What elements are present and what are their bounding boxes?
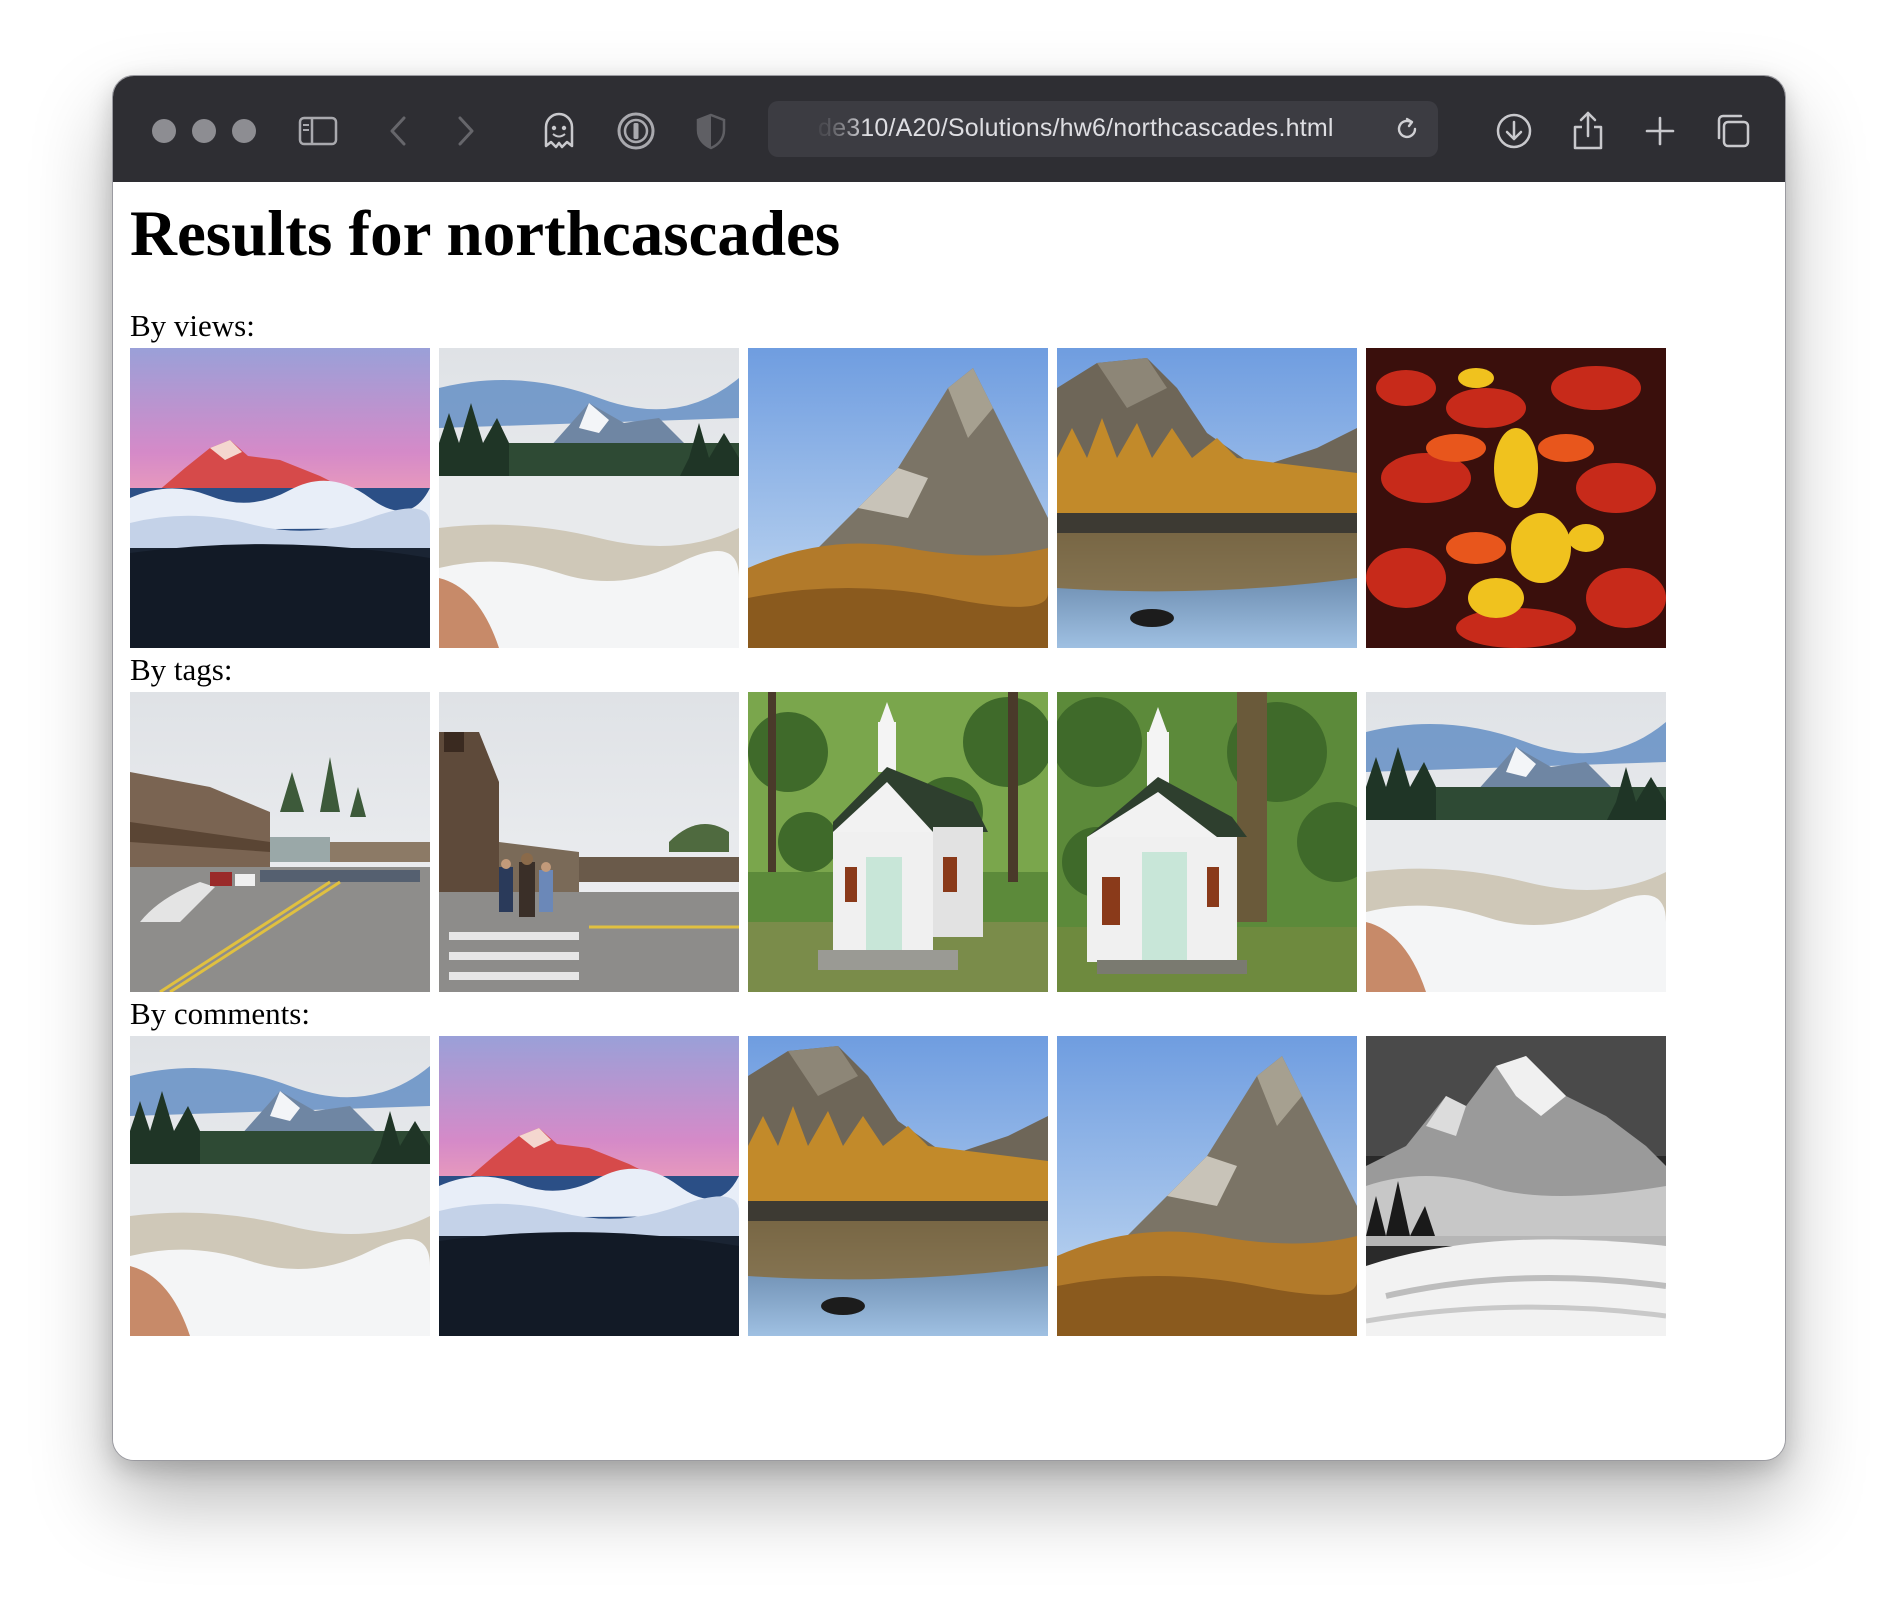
- thumbnail-peak-larches[interactable]: [748, 348, 1048, 648]
- back-icon[interactable]: [375, 108, 421, 154]
- thumbnail-red-yellow-foliage[interactable]: [1366, 348, 1666, 648]
- close-window-button[interactable]: [152, 119, 176, 143]
- thumbnail-western-town-street[interactable]: [130, 692, 430, 992]
- ghostery-icon[interactable]: [536, 108, 582, 154]
- share-icon[interactable]: [1565, 108, 1611, 154]
- new-tab-icon[interactable]: [1637, 108, 1683, 154]
- browser-window: de310/A20/Solutions/hw6/northcascades.ht…: [112, 75, 1786, 1461]
- forward-icon[interactable]: [443, 108, 489, 154]
- thumbnail-alpenglow-peak[interactable]: [439, 1036, 739, 1336]
- thumbnail-alpenglow-peak[interactable]: [130, 348, 430, 648]
- thumbnail-snowy-lake-shuksan[interactable]: [1366, 692, 1666, 992]
- section-label-tags: By tags:: [130, 652, 233, 687]
- browser-toolbar: de310/A20/Solutions/hw6/northcascades.ht…: [113, 76, 1785, 182]
- minimize-window-button[interactable]: [192, 119, 216, 143]
- thumbnail-larch-lake-reflection[interactable]: [1057, 348, 1357, 648]
- page-content: Results for northcascades By views: By t…: [113, 182, 1785, 1460]
- tags-image-row: [130, 692, 1670, 992]
- shield-icon[interactable]: [688, 108, 734, 154]
- thumbnail-snowy-lake-shuksan[interactable]: [130, 1036, 430, 1336]
- views-image-row: [130, 348, 1670, 648]
- thumbnail-bw-snowy-mountain[interactable]: [1366, 1036, 1666, 1336]
- url-text: de310/A20/Solutions/hw6/northcascades.ht…: [818, 114, 1334, 142]
- section-label-comments: By comments:: [130, 996, 310, 1031]
- thumbnail-white-chapel[interactable]: [748, 692, 1048, 992]
- thumbnail-snowy-lake-shuksan[interactable]: [439, 348, 739, 648]
- tabs-overview-icon[interactable]: [1710, 108, 1756, 154]
- thumbnail-town-crosswalk[interactable]: [439, 692, 739, 992]
- reload-icon[interactable]: [1393, 115, 1421, 148]
- section-label-views: By views:: [130, 308, 255, 343]
- zoom-window-button[interactable]: [232, 119, 256, 143]
- sidebar-icon[interactable]: [295, 108, 341, 154]
- comments-image-row: [130, 1036, 1670, 1336]
- thumbnail-larch-lake-reflection[interactable]: [748, 1036, 1048, 1336]
- thumbnail-peak-larches[interactable]: [1057, 1036, 1357, 1336]
- thumbnail-white-chapel-close[interactable]: [1057, 692, 1357, 992]
- page-title: Results for northcascades: [130, 198, 841, 270]
- 1password-icon[interactable]: [613, 108, 659, 154]
- download-icon[interactable]: [1491, 108, 1537, 154]
- address-bar[interactable]: de310/A20/Solutions/hw6/northcascades.ht…: [768, 101, 1438, 157]
